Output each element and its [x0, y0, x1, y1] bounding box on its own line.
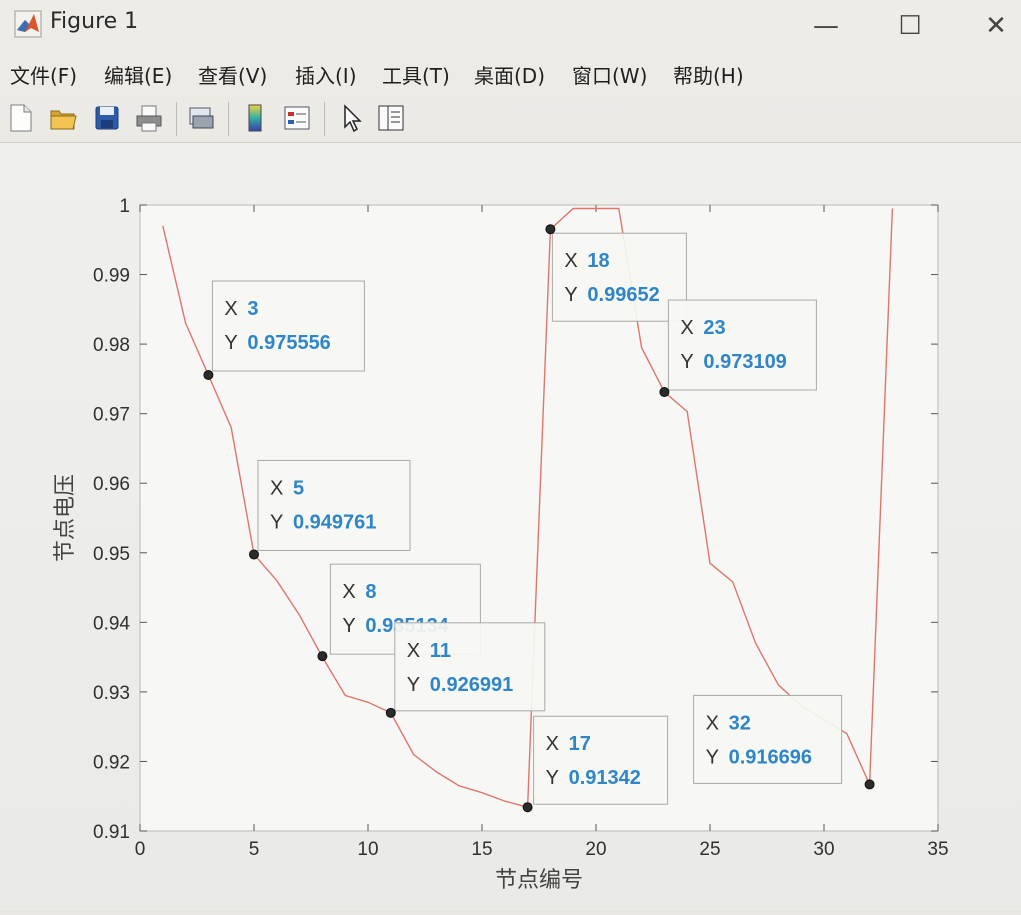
datatip-marker [249, 549, 259, 560]
datatip-x-value: 18 [587, 250, 609, 272]
datatip-box [257, 459, 411, 551]
y-tick-label: 0.94 [93, 613, 130, 634]
datatip-x-key: X [546, 733, 559, 755]
datatip-x-value: 11 [430, 640, 451, 662]
x-tick-label: 30 [813, 839, 834, 860]
datatip-marker [864, 779, 875, 790]
x-tick-label: 25 [699, 839, 720, 860]
property-inspector-icon[interactable] [376, 102, 406, 134]
y-tick-label: 1 [119, 196, 130, 217]
menu-window[interactable]: 窗口(W) [572, 60, 647, 89]
menu-desktop[interactable]: 桌面(D) [474, 60, 545, 89]
toolbar-separator [176, 102, 177, 136]
datatip-x-key: X [564, 250, 577, 272]
menu-file[interactable]: 文件(F) [10, 60, 77, 89]
datatip-x-value: 23 [703, 317, 725, 339]
matlab-logo-icon [14, 10, 42, 38]
datatip-y-key: Y [680, 351, 693, 373]
datatip-x-value: 17 [569, 733, 591, 755]
datatip-x-key: X [270, 477, 283, 499]
datatip-marker [203, 370, 214, 381]
datatip-y-value: 0.916696 [729, 746, 812, 768]
menu-view[interactable]: 查看(V) [198, 60, 267, 89]
x-tick-label: 5 [249, 839, 260, 860]
datatip-y-key: Y [407, 674, 420, 696]
datatip-marker [522, 802, 533, 813]
figure-window: Figure 1 — ☐ ✕ 文件(F) 编辑(E) 查看(V) 插入(I) 工… [0, 0, 1021, 911]
x-axis-label: 节点编号 [495, 868, 583, 893]
datatip-x-key: X [706, 712, 719, 734]
print-preview-icon[interactable] [186, 102, 216, 134]
toolbar-separator [228, 102, 229, 136]
datatip-x-value: 5 [293, 477, 304, 499]
line-chart: 0 5 10 15 20 25 30 350.910.920.930.940.950.960.… [53, 196, 949, 893]
datatip-box [693, 694, 843, 784]
datatip-x-value: 3 [247, 298, 258, 320]
new-file-icon[interactable] [6, 102, 36, 134]
figure-canvas: 0 5 10 15 20 25 30 35 0.91 0.92 0.93 0.94 0.95 0.96 0.… [0, 143, 1021, 911]
open-folder-icon[interactable] [48, 102, 78, 134]
legend-icon[interactable] [282, 102, 312, 134]
datatip-box [211, 280, 365, 372]
menu-edit[interactable]: 编辑(E) [104, 60, 172, 89]
datatip-y-value: 0.926991 [430, 674, 513, 696]
y-tick-label: 0.97 [93, 405, 130, 426]
datatip-y-key: Y [342, 615, 355, 637]
datatip-y-value: 0.949761 [293, 511, 376, 533]
datatip-y-value: 0.91342 [569, 767, 641, 789]
datatip-box [667, 299, 817, 391]
datatip-y-value: 0.99652 [587, 284, 659, 306]
datatip-y-key: Y [564, 284, 577, 306]
datatip-box [551, 232, 687, 322]
x-tick-label: 0 [135, 839, 146, 860]
window-title: Figure 1 [50, 9, 139, 34]
datatip-marker [659, 387, 670, 398]
menu-help[interactable]: 帮助(H) [673, 60, 744, 89]
print-icon[interactable] [134, 102, 164, 134]
datatip-x-value: 32 [729, 712, 751, 734]
datatip-y-value: 0.975556 [247, 332, 330, 354]
x-tick-label: 15 [471, 839, 492, 860]
datatip-box [394, 622, 546, 712]
datatip-y-key: Y [224, 332, 237, 354]
datatip-marker [545, 224, 556, 235]
datatip-x-key: X [407, 640, 420, 662]
title-bar: Figure 1 — ☐ ✕ [0, 0, 1021, 52]
pointer-icon[interactable] [336, 102, 366, 134]
datatip-y-key: Y [546, 767, 559, 789]
toolbar [0, 96, 1021, 143]
datatip-marker [317, 651, 328, 662]
datatip-x-key: X [224, 298, 237, 320]
datatip-marker [385, 707, 396, 718]
datatip-x-key: X [680, 317, 693, 339]
y-tick-label: 0.95 [93, 544, 130, 565]
x-tick-label: 20 [585, 839, 606, 860]
toolbar-separator [324, 102, 325, 136]
menu-insert[interactable]: 插入(I) [295, 60, 357, 89]
x-tick-label: 35 [927, 839, 948, 860]
datatip-x-value: 8 [365, 581, 376, 603]
datatip-y-value: 0.973109 [703, 351, 786, 373]
menu-bar: 文件(F) 编辑(E) 查看(V) 插入(I) 工具(T) 桌面(D) 窗口(W… [0, 56, 1021, 92]
y-tick-label: 0.96 [93, 474, 130, 495]
menu-tools[interactable]: 工具(T) [382, 60, 450, 89]
datatip-y-key: Y [706, 746, 719, 768]
datatip-y-key: Y [270, 511, 283, 533]
maximize-button[interactable]: ☐ [890, 8, 930, 44]
colorbar-icon[interactable] [240, 102, 270, 134]
y-tick-label: 0.93 [93, 683, 130, 704]
save-icon[interactable] [92, 102, 122, 134]
y-tick-label: 0.92 [93, 752, 130, 773]
datatip-box [533, 715, 669, 805]
y-tick-label: 0.99 [93, 266, 130, 287]
minimize-button[interactable]: — [806, 8, 846, 44]
x-tick-label: 10 [357, 839, 378, 860]
y-tick-label: 0.91 [93, 822, 130, 843]
y-axis-label: 节点电压 [53, 474, 78, 562]
y-tick-label: 0.98 [93, 335, 130, 356]
datatip-x-key: X [342, 581, 355, 603]
close-button[interactable]: ✕ [976, 8, 1016, 44]
